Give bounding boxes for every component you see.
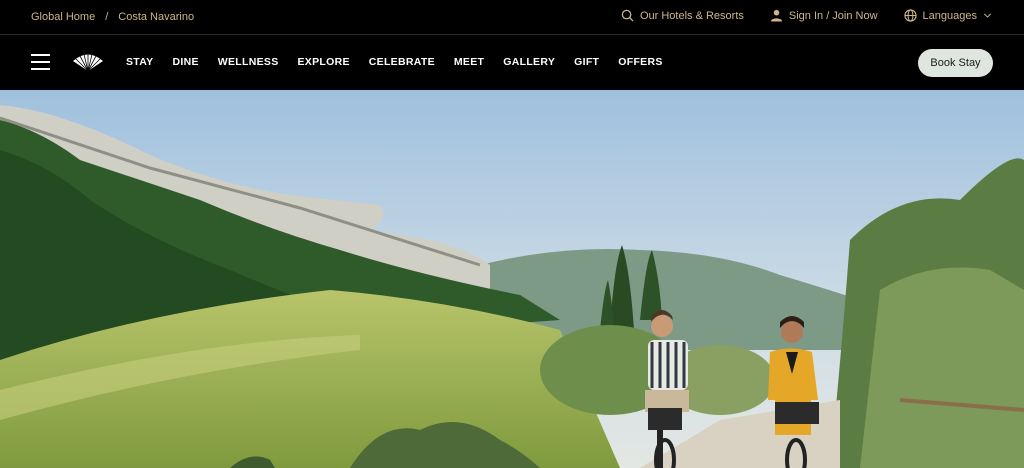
utility-links: Our Hotels & Resorts Sign In / Join Now … — [621, 9, 992, 22]
signin-link[interactable]: Sign In / Join Now — [770, 9, 878, 22]
hotels-link[interactable]: Our Hotels & Resorts — [621, 9, 744, 22]
nav-celebrate[interactable]: CELEBRATE — [369, 56, 435, 68]
breadcrumb: Global Home / Costa Navarino — [31, 11, 194, 23]
languages-label: Languages — [922, 9, 977, 22]
user-icon — [770, 9, 782, 22]
utility-bar: Global Home / Costa Navarino Our Hotels … — [0, 0, 1024, 35]
nav-explore[interactable]: EXPLORE — [298, 56, 350, 68]
globe-icon — [903, 9, 917, 22]
languages-dropdown[interactable]: Languages — [903, 9, 992, 22]
hotels-link-label: Our Hotels & Resorts — [639, 9, 744, 22]
main-nav: STAY DINE WELLNESS EXPLORE CELEBRATE MEE… — [0, 35, 1024, 90]
menu-icon[interactable] — [31, 54, 50, 70]
nav-gift[interactable]: GIFT — [574, 56, 599, 68]
nav-offers[interactable]: OFFERS — [618, 56, 662, 68]
breadcrumb-home[interactable]: Global Home — [31, 11, 95, 23]
breadcrumb-current[interactable]: Costa Navarino — [118, 11, 194, 23]
chevron-down-icon — [983, 13, 992, 18]
hero-image — [0, 90, 1024, 468]
nav-wellness[interactable]: WELLNESS — [218, 56, 279, 68]
book-stay-button[interactable]: Book Stay — [918, 49, 993, 77]
fan-logo-icon[interactable] — [72, 52, 104, 72]
search-icon — [621, 9, 634, 22]
nav-gallery[interactable]: GALLERY — [503, 56, 555, 68]
nav-meet[interactable]: MEET — [454, 56, 484, 68]
signin-link-label: Sign In / Join Now — [788, 9, 878, 22]
nav-dine[interactable]: DINE — [172, 56, 198, 68]
nav-menu: STAY DINE WELLNESS EXPLORE CELEBRATE MEE… — [126, 56, 663, 68]
nav-stay[interactable]: STAY — [126, 56, 153, 68]
breadcrumb-separator: / — [105, 11, 109, 23]
